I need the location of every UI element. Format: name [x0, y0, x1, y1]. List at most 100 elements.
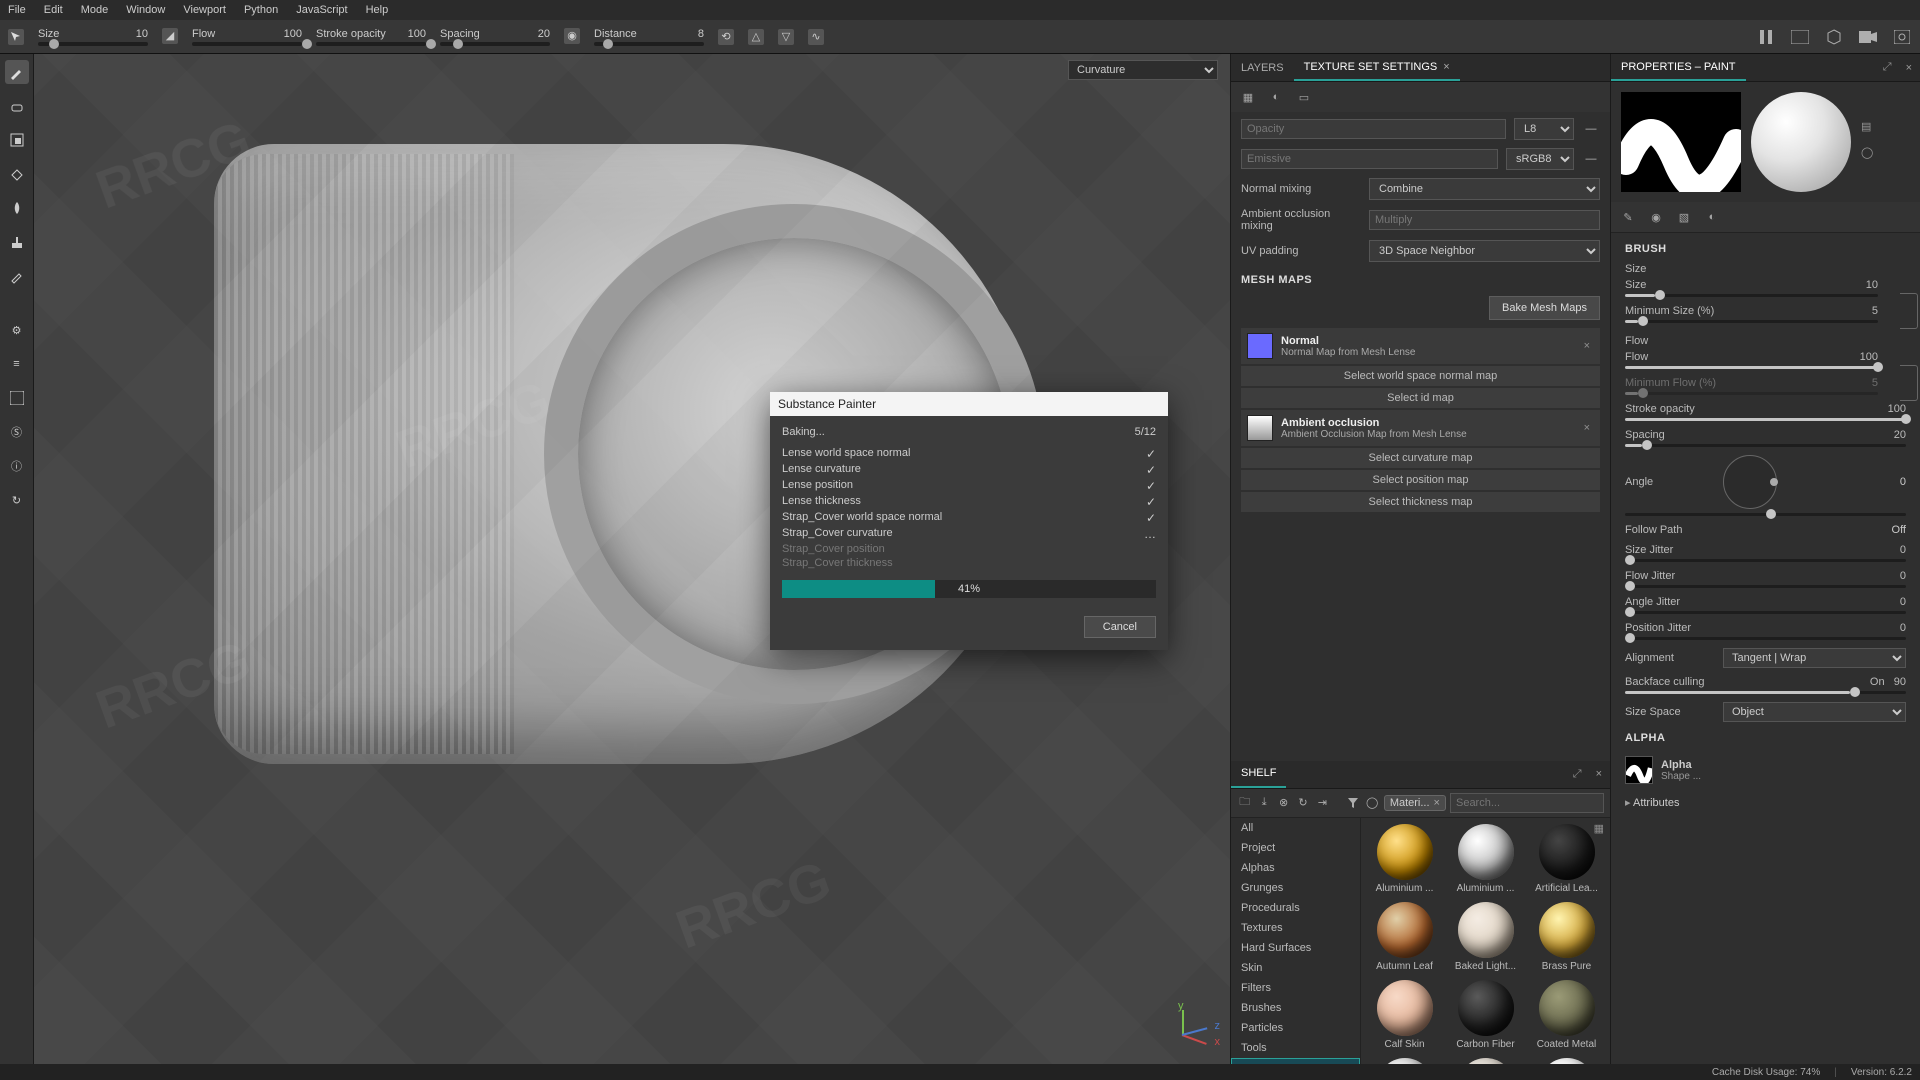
filter-icon[interactable] — [1345, 794, 1360, 812]
option-slider-size[interactable]: Size10 — [38, 28, 148, 46]
picker-tool[interactable] — [5, 264, 29, 288]
select-position-map[interactable]: Select position map — [1241, 470, 1600, 490]
display-mode-icon[interactable] — [1790, 27, 1810, 47]
material-carbon-fiber[interactable]: Carbon Fiber — [1448, 980, 1523, 1050]
remove-ao-icon[interactable]: × — [1580, 422, 1594, 434]
option-slider-distance[interactable]: Distance8 — [594, 28, 704, 46]
folder-icon[interactable]: 🗀 — [1237, 794, 1252, 812]
3d-view-icon[interactable] — [1824, 27, 1844, 47]
map-normal[interactable]: NormalNormal Map from Mesh Lense × — [1241, 328, 1600, 364]
category-procedurals[interactable]: Procedurals — [1231, 898, 1360, 918]
select-thickness-map[interactable]: Select thickness map — [1241, 492, 1600, 512]
category-project[interactable]: Project — [1231, 838, 1360, 858]
refresh-icon[interactable]: ↻ — [1295, 794, 1310, 812]
menu-viewport[interactable]: Viewport — [183, 4, 226, 16]
panel-icon-2[interactable]: ◐ — [1267, 88, 1285, 106]
substance-icon[interactable]: Ⓢ — [5, 420, 29, 444]
menu-help[interactable]: Help — [366, 4, 389, 16]
material-artificial-lea-[interactable]: Artificial Lea... — [1529, 824, 1604, 894]
shelf-search[interactable] — [1450, 793, 1604, 813]
tab-texture-set-settings[interactable]: TEXTURE SET SETTINGS× — [1294, 54, 1460, 81]
menu-python[interactable]: Python — [244, 4, 278, 16]
backface-culling-slider[interactable]: Backface cullingOn 90 — [1611, 672, 1920, 698]
menu-edit[interactable]: Edit — [44, 4, 63, 16]
symmetry-icon[interactable]: ⟲ — [718, 29, 734, 45]
material-autumn-leaf[interactable]: Autumn Leaf — [1367, 902, 1442, 972]
clear-filter-icon[interactable]: × — [1434, 797, 1440, 809]
stroke-opacity-slider[interactable]: Stroke opacity100 — [1611, 399, 1920, 425]
mirror-x-icon[interactable]: △ — [748, 29, 764, 45]
option-slider-spacing[interactable]: Spacing20 — [440, 28, 550, 46]
category-textures[interactable]: Textures — [1231, 918, 1360, 938]
fill-tool[interactable] — [5, 162, 29, 186]
help-icon[interactable]: ⓘ — [5, 454, 29, 478]
baked-map-dropdown[interactable]: Curvature — [1068, 60, 1218, 80]
select-id-map[interactable]: Select id map — [1241, 388, 1600, 408]
mirror-y-icon[interactable]: ▽ — [778, 29, 794, 45]
pause-icon[interactable] — [1756, 27, 1776, 47]
category-skin[interactable]: Skin — [1231, 958, 1360, 978]
tab-layers[interactable]: LAYERS — [1231, 54, 1294, 81]
remove-opacity[interactable]: — — [1582, 123, 1600, 135]
menu-window[interactable]: Window — [126, 4, 165, 16]
lazy-mouse-icon[interactable]: ∿ — [808, 29, 824, 45]
category-all[interactable]: All — [1231, 818, 1360, 838]
panel-icon-3[interactable]: ▭ — [1295, 88, 1313, 106]
position-jitter-slider[interactable]: Position Jitter0 ↻ — [1611, 618, 1920, 644]
material-calf-skin[interactable]: Calf Skin — [1367, 980, 1442, 1050]
menu-mode[interactable]: Mode — [81, 4, 109, 16]
material-brass-pure[interactable]: Brass Pure — [1529, 902, 1604, 972]
remove-emissive[interactable]: — — [1582, 153, 1600, 165]
crossed-eye-icon[interactable]: ⊗ — [1276, 794, 1291, 812]
min-size-slider[interactable]: Minimum Size (%)5 — [1611, 301, 1892, 327]
opacity-format[interactable]: L8 — [1514, 118, 1574, 140]
alpha-tab-icon[interactable]: ◉ — [1647, 208, 1665, 226]
category-alphas[interactable]: Alphas — [1231, 858, 1360, 878]
attributes-toggle[interactable]: Attributes — [1611, 790, 1920, 815]
option-slider-flow[interactable]: Flow100 — [192, 28, 302, 46]
follow-path-value[interactable]: Off — [1723, 524, 1906, 536]
angle-track[interactable] — [1611, 513, 1920, 520]
option-slider-stroke-opacity[interactable]: Stroke opacity100 — [316, 28, 426, 46]
size-slider[interactable]: Size10 — [1611, 275, 1892, 301]
tag-icon[interactable]: ◯ — [1364, 794, 1379, 812]
menu-javascript[interactable]: JavaScript — [296, 4, 347, 16]
panel-icon-1[interactable]: ▦ — [1239, 88, 1257, 106]
menu-file[interactable]: File — [8, 4, 26, 16]
stencil-tab-icon[interactable]: ▧ — [1675, 208, 1693, 226]
spacing-slider[interactable]: Spacing20 — [1611, 425, 1920, 451]
close-props-icon[interactable]: × — [1898, 62, 1920, 74]
angle-jitter-slider[interactable]: Angle Jitter0 — [1611, 592, 1920, 618]
preview-opt-1-icon[interactable]: ▤ — [1861, 120, 1879, 138]
select-wsn-map[interactable]: Select world space normal map — [1241, 366, 1600, 386]
brush-tab-icon[interactable]: ✎ — [1619, 208, 1637, 226]
category-particles[interactable]: Particles — [1231, 1018, 1360, 1038]
link-flow-icon[interactable] — [1900, 365, 1918, 401]
projection-tool[interactable] — [5, 128, 29, 152]
flow-jitter-slider[interactable]: Flow Jitter0 — [1611, 566, 1920, 592]
tab-shelf[interactable]: SHELF — [1231, 761, 1286, 788]
eraser-tool[interactable] — [5, 94, 29, 118]
category-grunges[interactable]: Grunges — [1231, 878, 1360, 898]
iray-icon[interactable] — [5, 386, 29, 410]
sync-icon[interactable]: ↻ — [5, 488, 29, 512]
pin-props-icon[interactable]: ⤢ — [1877, 61, 1898, 74]
clone-tool[interactable] — [5, 230, 29, 254]
close-shelf-icon[interactable]: × — [1588, 768, 1610, 780]
size-space-dropdown[interactable]: Object — [1723, 702, 1906, 722]
material-tab-icon[interactable]: ◐ — [1703, 208, 1721, 226]
settings-icon[interactable]: ⚙ — [5, 318, 29, 342]
close-tab-icon[interactable]: × — [1443, 61, 1449, 73]
alignment-dropdown[interactable]: Tangent | Wrap — [1723, 648, 1906, 668]
angle-dial[interactable] — [1723, 455, 1777, 509]
export-icon[interactable]: ⇥ — [1315, 794, 1330, 812]
category-filters[interactable]: Filters — [1231, 978, 1360, 998]
flow-slider[interactable]: Flow100 — [1611, 347, 1892, 373]
size-jitter-slider[interactable]: Size Jitter0 — [1611, 540, 1920, 566]
category-hard-surfaces[interactable]: Hard Surfaces — [1231, 938, 1360, 958]
camera-icon[interactable] — [1858, 27, 1878, 47]
alpha-swatch[interactable] — [1625, 756, 1653, 784]
uv-padding-dropdown[interactable]: 3D Space Neighbor — [1369, 240, 1600, 262]
material-aluminium-[interactable]: Aluminium ... — [1448, 824, 1523, 894]
cancel-button[interactable]: Cancel — [1084, 616, 1156, 638]
